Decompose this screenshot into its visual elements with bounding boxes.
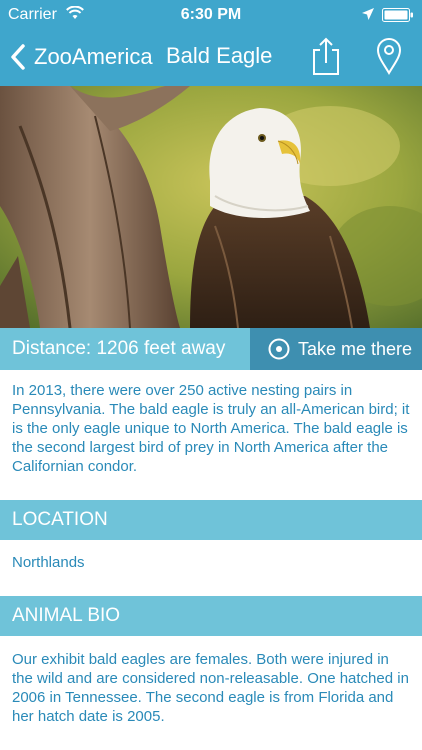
take-me-there-button[interactable]: Take me there xyxy=(250,328,422,370)
target-icon xyxy=(268,338,290,360)
share-button[interactable] xyxy=(311,36,341,76)
action-bar: Distance: 1206 feet away Take me there xyxy=(0,328,422,370)
intro-text: In 2013, there were over 250 active nest… xyxy=(12,382,410,475)
distance-label: Distance: 1206 feet away xyxy=(0,328,250,370)
animal-bio-section-header: ANIMAL BIO xyxy=(0,596,422,636)
status-bar: Carrier 6:30 PM xyxy=(0,0,422,30)
animal-photo xyxy=(0,86,422,328)
location-arrow-icon xyxy=(362,8,374,20)
status-time: 6:30 PM xyxy=(180,6,242,23)
share-icon xyxy=(313,37,339,75)
carrier-label: Carrier xyxy=(8,6,57,23)
back-button-label: ZooAmerica xyxy=(34,44,153,69)
page-title: Bald Eagle xyxy=(166,43,273,68)
location-section-header: LOCATION xyxy=(0,500,422,540)
take-me-there-label: Take me there xyxy=(298,338,413,359)
app-header: Carrier 6:30 PM ZooAmerica Bald Eagle xyxy=(0,0,422,86)
wifi-icon xyxy=(66,6,84,19)
battery-icon xyxy=(382,8,413,22)
map-pin-button[interactable] xyxy=(374,36,404,76)
map-pin-icon xyxy=(376,38,402,75)
animal-bio-text: Our exhibit bald eagles are females. Bot… xyxy=(12,651,409,725)
navigation-bar: ZooAmerica Bald Eagle xyxy=(0,30,422,86)
location-value: Northlands xyxy=(12,554,85,571)
chevron-left-icon xyxy=(11,44,25,70)
back-button[interactable]: ZooAmerica xyxy=(10,42,153,72)
